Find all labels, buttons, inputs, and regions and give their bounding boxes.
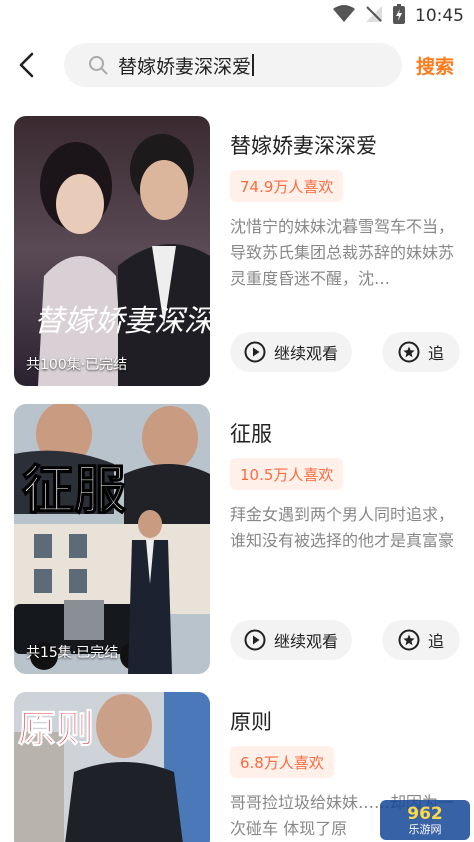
search-icon xyxy=(88,55,108,75)
result-item[interactable]: 替嫁娇妻深深爱 共100集·已完结 替嫁娇妻深深爱 74.9万人喜欢 沈惜宁的妹… xyxy=(0,116,474,388)
back-button[interactable] xyxy=(10,48,44,82)
play-circle-icon xyxy=(244,341,266,363)
follow-label: 追 xyxy=(427,344,444,363)
search-header: 替嫁娇妻深深爱 搜索 xyxy=(0,34,474,96)
wifi-icon xyxy=(333,5,355,27)
poster-title-art: 征服 xyxy=(22,460,126,521)
poster-title-art: 替嫁娇妻深深爱 xyxy=(34,304,210,339)
chevron-left-icon xyxy=(19,52,34,78)
episode-count-label: 共15集·已完结 xyxy=(26,645,119,661)
watermark-site: 乐游网 xyxy=(408,822,442,836)
likes-badge: 74.9万人喜欢 xyxy=(230,170,344,202)
star-circle-icon xyxy=(398,629,420,651)
battery-charging-icon xyxy=(393,4,405,28)
drama-title[interactable]: 原则 xyxy=(230,706,272,736)
search-input[interactable]: 替嫁娇妻深深爱 xyxy=(64,43,402,87)
status-bar: 10:45 xyxy=(0,0,474,34)
continue-watching-button[interactable]: 继续观看 xyxy=(230,332,352,372)
episode-count-label: 共100集·已完结 xyxy=(26,357,128,373)
follow-label: 追 xyxy=(427,632,444,651)
no-signal-icon xyxy=(365,5,383,27)
watermark-brand: 962 xyxy=(407,803,443,824)
search-button[interactable]: 搜索 xyxy=(416,52,454,79)
poster-image[interactable]: 征服 共15集·已完结 xyxy=(14,404,210,674)
poster-art: 替嫁娇妻深深爱 xyxy=(14,116,210,386)
site-watermark-logo: 962 乐游网 xyxy=(380,800,470,840)
likes-badge: 10.5万人喜欢 xyxy=(230,458,344,490)
poster-art: 征服 xyxy=(14,404,210,674)
likes-badge: 6.8万人喜欢 xyxy=(230,746,334,778)
drama-title[interactable]: 替嫁娇妻深深爱 xyxy=(230,130,377,160)
star-circle-icon xyxy=(398,341,420,363)
poster-title-art: 原则 xyxy=(18,706,94,751)
continue-watching-button[interactable]: 继续观看 xyxy=(230,620,352,660)
follow-button[interactable]: 追 xyxy=(382,332,460,372)
poster-image[interactable]: 替嫁娇妻深深爱 共100集·已完结 xyxy=(14,116,210,386)
poster-art: 原则 xyxy=(14,692,210,842)
poster-image[interactable]: 原则 xyxy=(14,692,210,842)
status-time: 10:45 xyxy=(415,6,464,26)
drama-description: 沈惜宁的妹妹沈暮雪驾车不当，导致苏氏集团总裁苏辞的妹妹苏灵重度昏迷不醒，沈… xyxy=(230,217,455,288)
follow-button[interactable]: 追 xyxy=(382,620,460,660)
play-circle-icon xyxy=(244,629,266,651)
drama-title[interactable]: 征服 xyxy=(230,418,272,448)
status-icons: 10:45 xyxy=(333,4,464,28)
search-query-text[interactable]: 替嫁娇妻深深爱 xyxy=(118,52,251,79)
continue-watching-label: 继续观看 xyxy=(273,632,338,651)
result-item[interactable]: 征服 共15集·已完结 征服 10.5万人喜欢 拜金女遇到两个男人同时追求，谁知… xyxy=(0,404,474,676)
drama-description: 拜金女遇到两个男人同时追求，谁知没有被选择的他才是真富豪 xyxy=(230,505,455,550)
continue-watching-label: 继续观看 xyxy=(273,344,338,363)
text-caret xyxy=(252,54,254,76)
